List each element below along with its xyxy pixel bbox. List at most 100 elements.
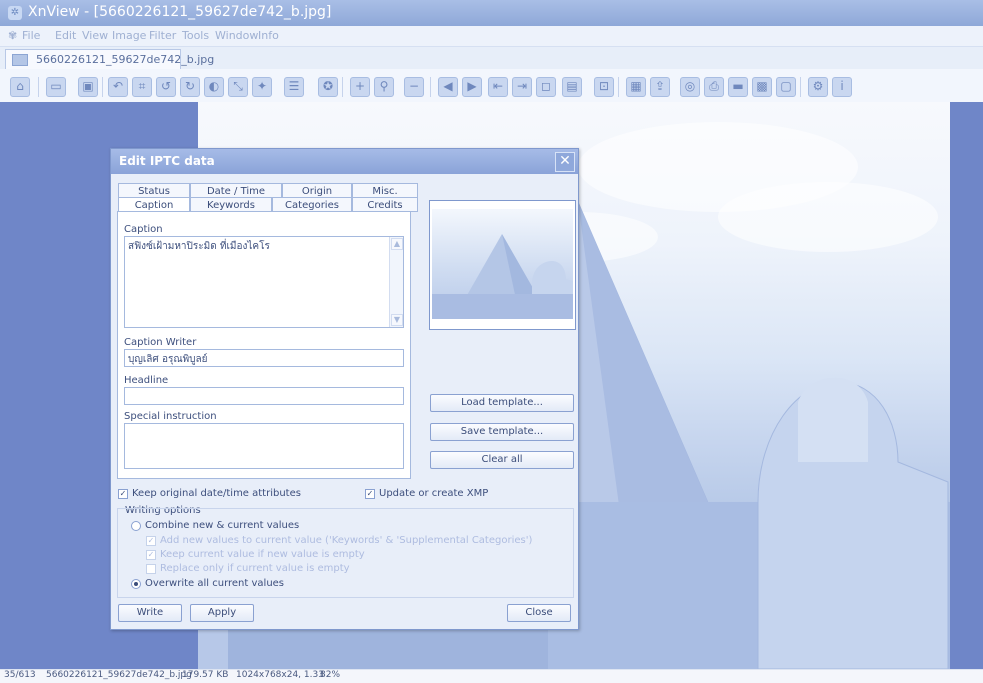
- keep-date-checkbox[interactable]: ✓: [118, 489, 128, 499]
- status-filename: 5660226121_59627de742_b.jpg: [46, 670, 192, 680]
- caption-tab-panel: Caption สฟิงซ์เฝ้ามหาปิระมิด ที่เมืองไคโ…: [117, 211, 411, 479]
- tab-credits[interactable]: Credits: [352, 197, 418, 212]
- open-folder-icon[interactable]: ▭: [46, 77, 66, 97]
- prev-icon[interactable]: ◀: [438, 77, 458, 97]
- browser-icon[interactable]: ⌂: [10, 77, 30, 97]
- tab-categories[interactable]: Categories: [272, 197, 352, 212]
- caption-text: สฟิงซ์เฝ้ามหาปิระมิด ที่เมืองไคโร: [128, 241, 270, 252]
- load-template-button[interactable]: Load template...: [430, 394, 574, 412]
- thumbnail-icon[interactable]: ▦: [626, 77, 646, 97]
- rotate-right-icon[interactable]: ↻: [180, 77, 200, 97]
- headline-input[interactable]: [124, 387, 404, 405]
- toolbar-separator: [800, 77, 801, 97]
- keep-current-checkbox[interactable]: ✓: [146, 550, 156, 560]
- status-bar: 35/613 5660226121_59627de742_b.jpg 179.5…: [0, 669, 983, 683]
- slideshow-icon[interactable]: ▤: [562, 77, 582, 97]
- menu-filter[interactable]: Filter: [149, 29, 176, 42]
- adjust-icon[interactable]: ◐: [204, 77, 224, 97]
- add-new-values-checkbox[interactable]: ✓: [146, 536, 156, 546]
- caption-writer-input[interactable]: บุญเลิศ อรุณพิบูลย์: [124, 349, 404, 367]
- window-title: XnView - [5660226121_59627de742_b.jpg]: [28, 4, 332, 20]
- dialog-title: Edit IPTC data: [119, 154, 215, 168]
- status-index: 35/613: [4, 670, 36, 680]
- status-zoom: 82%: [320, 670, 341, 680]
- write-button[interactable]: Write: [118, 604, 182, 622]
- headline-label: Headline: [124, 375, 169, 386]
- fullscreen-icon[interactable]: ◻: [536, 77, 556, 97]
- first-icon[interactable]: ⇤: [488, 77, 508, 97]
- print-list-icon[interactable]: ☰: [284, 77, 304, 97]
- image-thumbnail: [429, 200, 576, 330]
- menu-edit[interactable]: Edit: [55, 29, 76, 42]
- toolbar-separator: [618, 77, 619, 97]
- capture-icon[interactable]: ▢: [776, 77, 796, 97]
- close-button[interactable]: Close: [507, 604, 571, 622]
- gallery-icon[interactable]: ▩: [752, 77, 772, 97]
- combine-label: Combine new & current values: [145, 520, 300, 531]
- resize-icon[interactable]: ⤡: [228, 77, 248, 97]
- toolbar-separator: [38, 77, 39, 97]
- award-icon[interactable]: ✪: [318, 77, 338, 97]
- tab-date-time[interactable]: Date / Time: [190, 183, 282, 198]
- settings-icon[interactable]: ⚙: [808, 77, 828, 97]
- status-dimensions: 1024x768x24, 1.33: [236, 670, 324, 680]
- next-icon[interactable]: ▶: [462, 77, 482, 97]
- overwrite-radio[interactable]: [131, 579, 141, 589]
- update-xmp-checkbox[interactable]: ✓: [365, 489, 375, 499]
- save-template-button[interactable]: Save template...: [430, 423, 574, 441]
- info-icon[interactable]: i: [832, 77, 852, 97]
- menu-file[interactable]: File: [22, 29, 40, 42]
- crop-icon[interactable]: ⌗: [132, 77, 152, 97]
- export-icon[interactable]: ⇪: [650, 77, 670, 97]
- menu-window[interactable]: Window: [215, 29, 258, 42]
- rotate-left-icon[interactable]: ↺: [156, 77, 176, 97]
- thumbnail-drawing: [432, 234, 573, 319]
- effects-icon[interactable]: ✦: [252, 77, 272, 97]
- edit-iptc-dialog: Edit IPTC data ✕ Status Date / Time Orig…: [110, 148, 579, 630]
- menu-view[interactable]: View: [82, 29, 108, 42]
- image-file-icon: [12, 54, 28, 66]
- dialog-title-bar[interactable]: Edit IPTC data ✕: [111, 149, 578, 174]
- document-tab-label: 5660226121_59627de742_b.jpg: [36, 53, 215, 66]
- last-icon[interactable]: ⇥: [512, 77, 532, 97]
- menu-app-icon[interactable]: ✾: [8, 29, 17, 42]
- find-icon[interactable]: ◎: [680, 77, 700, 97]
- zoom-in-icon[interactable]: +: [350, 77, 370, 97]
- tab-misc[interactable]: Misc.: [352, 183, 418, 198]
- toolbar: ⌂ ▭ ▣ ↶ ⌗ ↺ ↻ ◐ ⤡ ✦ ☰ ✪ + ⚲ − ◀ ▶ ⇤ ⇥ ◻ …: [0, 69, 983, 103]
- menu-tools[interactable]: Tools: [182, 29, 209, 42]
- tab-keywords[interactable]: Keywords: [190, 197, 272, 212]
- scroll-down-icon[interactable]: ▼: [391, 314, 403, 326]
- tab-origin[interactable]: Origin: [282, 183, 352, 198]
- add-new-values-label: Add new values to current value ('Keywor…: [160, 535, 533, 546]
- status-filesize: 179.57 KB: [182, 670, 229, 680]
- keep-current-label: Keep current value if new value is empty: [160, 549, 365, 560]
- apply-button[interactable]: Apply: [190, 604, 254, 622]
- menu-image[interactable]: Image: [112, 29, 146, 42]
- menu-info[interactable]: Info: [258, 29, 279, 42]
- caption-textarea[interactable]: สฟิงซ์เฝ้ามหาปิระมิด ที่เมืองไคโร ▲ ▼: [124, 236, 404, 328]
- combine-radio[interactable]: [131, 521, 141, 531]
- special-instruction-label: Special instruction: [124, 411, 217, 422]
- caption-label: Caption: [124, 224, 163, 235]
- tab-status[interactable]: Status: [118, 183, 190, 198]
- dialog-close-icon[interactable]: ✕: [555, 152, 575, 172]
- overwrite-label: Overwrite all current values: [145, 578, 285, 589]
- document-tab-strip: 5660226121_59627de742_b.jpg: [0, 47, 983, 69]
- scroll-up-icon[interactable]: ▲: [391, 238, 403, 250]
- zoom-out-icon[interactable]: −: [404, 77, 424, 97]
- lock-icon[interactable]: ⊡: [594, 77, 614, 97]
- document-tab[interactable]: 5660226121_59627de742_b.jpg: [5, 49, 214, 69]
- update-xmp-label: Update or create XMP: [379, 488, 489, 499]
- save-icon[interactable]: ▣: [78, 77, 98, 97]
- undo-icon[interactable]: ↶: [108, 77, 128, 97]
- caption-scrollbar[interactable]: ▲ ▼: [389, 237, 403, 327]
- zoom-dropdown-icon[interactable]: ⚲: [374, 77, 394, 97]
- clear-all-button[interactable]: Clear all: [430, 451, 574, 469]
- thumbnail-image: [432, 209, 573, 319]
- special-instruction-textarea[interactable]: [124, 423, 404, 469]
- scanner-icon[interactable]: ▬: [728, 77, 748, 97]
- menu-bar: ✾ File Edit View Image Filter Tools Wind…: [0, 26, 983, 47]
- print-icon[interactable]: ⎙: [704, 77, 724, 97]
- replace-only-checkbox[interactable]: [146, 564, 156, 574]
